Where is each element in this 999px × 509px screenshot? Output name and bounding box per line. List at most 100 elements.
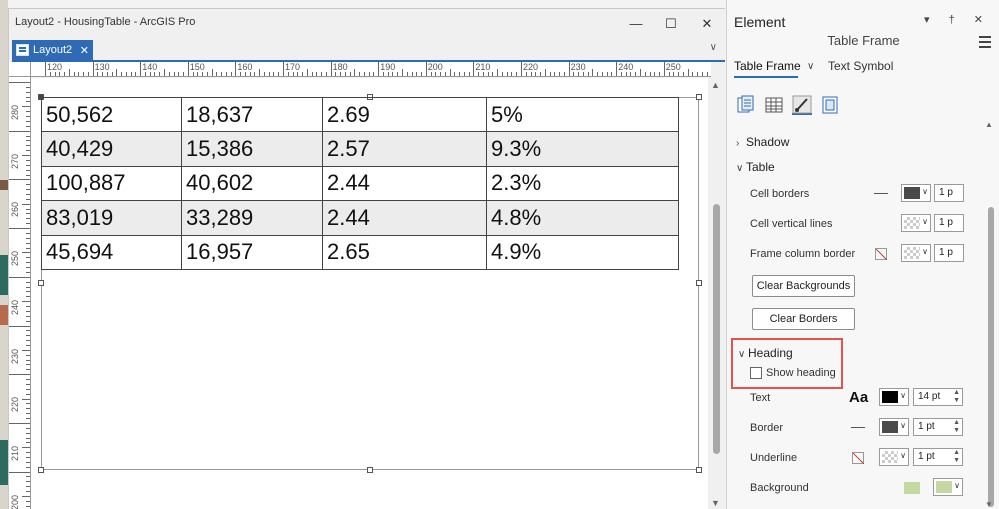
hamburger-menu-icon[interactable]	[979, 36, 991, 51]
text-color[interactable]: ∨	[879, 388, 909, 406]
ruler-tick	[449, 69, 451, 76]
spin-arrows-icon[interactable]: ▲ ▼	[953, 389, 960, 405]
cell-borders-color[interactable]: ∨	[901, 184, 931, 202]
ruler-tick	[268, 72, 270, 76]
pane-scrollbar[interactable]: ▲ ▼	[984, 120, 996, 509]
tab-table-frame[interactable]: Table Frame	[734, 59, 801, 73]
cell-borders-width[interactable]: 1 p	[934, 184, 964, 202]
text-size[interactable]: 14 pt ▲ ▼	[913, 388, 963, 406]
close-window-icon[interactable]: ✕	[692, 13, 722, 35]
spin-value: 1 p	[939, 187, 953, 198]
underline-width[interactable]: 1 pt ▲ ▼	[913, 448, 963, 466]
ruler-tick	[387, 72, 389, 76]
resize-handle[interactable]	[38, 467, 44, 473]
ruler-tick	[521, 62, 522, 76]
ruler-tick	[359, 72, 361, 76]
section-shadow[interactable]: › Shadow	[736, 135, 789, 149]
dropdown-chevron-icon: ∨	[922, 217, 928, 226]
options-icon[interactable]	[736, 95, 756, 115]
app-root: Layout2 - HousingTable - ArcGIS Pro — ☐ …	[0, 0, 999, 509]
clear-backgrounds-button[interactable]: Clear Backgrounds	[752, 275, 855, 297]
ruler-tick	[26, 164, 30, 166]
underline-color[interactable]: ∨	[879, 448, 909, 466]
ruler-tick	[644, 72, 646, 76]
ruler-tick	[102, 72, 104, 76]
ruler-tick	[26, 354, 30, 356]
resize-handle[interactable]	[696, 467, 702, 473]
ruler-tick	[706, 72, 708, 76]
ruler-tick	[692, 72, 694, 76]
cell-vertical-width[interactable]: 1 p	[934, 214, 964, 232]
ruler-tick	[149, 72, 151, 76]
resize-handle[interactable]	[38, 280, 44, 286]
spin-arrows-icon[interactable]: ▲ ▼	[953, 419, 960, 435]
ruler-tick	[26, 247, 30, 249]
color-fill	[904, 187, 920, 199]
minimize-icon[interactable]: —	[621, 13, 651, 35]
clear-borders-button[interactable]: Clear Borders	[752, 308, 855, 330]
brush-icon[interactable]	[792, 95, 812, 115]
tab-overflow-chevron-icon[interactable]: ∨	[710, 42, 717, 53]
cell-vertical-color[interactable]: ∨	[901, 214, 931, 232]
ruler-tick	[616, 62, 618, 76]
ruler-tick	[26, 505, 30, 507]
pane-scroll-up-icon[interactable]: ▲	[985, 120, 993, 129]
ruler-tick	[573, 72, 575, 76]
ruler-tick	[192, 72, 194, 76]
ruler-tick	[435, 72, 437, 76]
resize-handle[interactable]	[696, 280, 702, 286]
ruler-label: 130	[94, 62, 110, 72]
ruler-tick	[130, 72, 132, 76]
layout-canvas[interactable]: 50,562 18,637 2.69 5% 40,429 15,386 2.57 9.3% 10…	[31, 78, 708, 509]
pane-scroll-down-icon[interactable]: ▼	[985, 500, 993, 509]
ruler-tick	[554, 72, 556, 76]
section-label: Heading	[748, 346, 793, 360]
line-style-icon	[851, 427, 865, 428]
section-table[interactable]: ∨ Table	[736, 160, 775, 174]
ruler-tick	[26, 208, 30, 210]
frame-column-width[interactable]: 1 p	[934, 244, 964, 262]
ruler-tick	[344, 72, 346, 76]
pane-controls[interactable]: ▾ † ✕	[924, 13, 991, 26]
color-fill	[882, 391, 898, 403]
canvas-scrollbar[interactable]: ▲ ▼	[708, 78, 725, 509]
table-cell: 15,386	[181, 131, 323, 167]
scroll-thumb[interactable]	[713, 204, 720, 454]
ruler-tick	[26, 379, 30, 381]
tab-layout2[interactable]: Layout2 ✕	[12, 40, 93, 60]
background-color[interactable]: ∨	[933, 478, 963, 496]
border-width[interactable]: 1 pt ▲ ▼	[913, 418, 963, 436]
scroll-up-icon[interactable]: ▲	[711, 80, 720, 90]
ruler-tick	[330, 62, 332, 76]
spin-value: 14 pt	[918, 391, 941, 402]
resize-handle[interactable]	[696, 94, 702, 100]
show-heading-checkbox[interactable]	[750, 367, 762, 379]
ruler-tick	[287, 72, 289, 76]
frame-column-color[interactable]: ∨	[901, 244, 931, 262]
frame-icon[interactable]	[820, 95, 840, 115]
maximize-icon[interactable]: ☐	[656, 13, 686, 35]
tab-text-symbol[interactable]: Text Symbol	[828, 59, 893, 73]
ruler-tick	[26, 306, 30, 308]
spin-arrows-icon[interactable]: ▲ ▼	[953, 449, 960, 465]
ruler-tick	[563, 72, 565, 76]
ruler-tick	[26, 315, 30, 317]
tab-dropdown-chevron-icon[interactable]: ∨	[807, 61, 814, 72]
ruler-tick	[530, 72, 532, 76]
dropdown-chevron-icon: ∨	[900, 391, 906, 400]
ruler-tick	[321, 72, 323, 76]
ruler-tick	[26, 213, 30, 215]
table-cell: 40,429	[41, 131, 182, 167]
border-color[interactable]: ∨	[879, 418, 909, 436]
table-icon[interactable]	[764, 95, 784, 115]
ruler-tick	[26, 189, 30, 191]
resize-handle[interactable]	[367, 467, 373, 473]
pane-scroll-thumb[interactable]	[988, 207, 994, 507]
tab-close-icon[interactable]: ✕	[80, 44, 89, 57]
ruler-tick	[368, 72, 370, 76]
ruler-tick	[230, 72, 232, 76]
ruler-tick	[26, 194, 30, 195]
scroll-down-icon[interactable]: ▼	[711, 498, 720, 508]
cell-vertical-lines-label: Cell vertical lines	[750, 218, 833, 230]
section-heading[interactable]: ∨ Heading	[738, 346, 793, 360]
